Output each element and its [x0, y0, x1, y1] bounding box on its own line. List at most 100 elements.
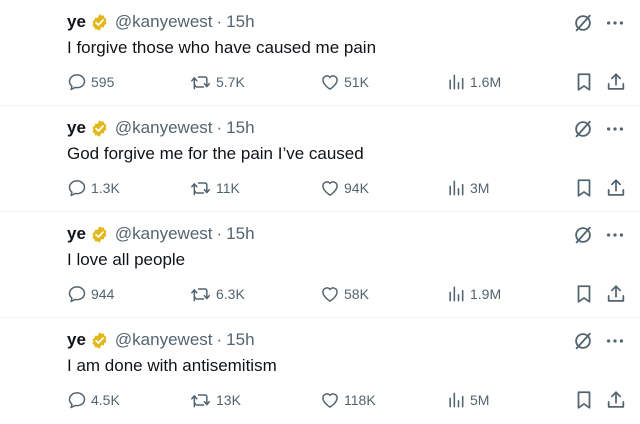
reply-icon: [68, 392, 86, 409]
views-count: 5M: [470, 392, 490, 408]
tweet[interactable]: ye @kanyewest · 15h I am done with antis…: [0, 318, 640, 424]
views-chart-icon: [449, 74, 464, 90]
retweet-count: 6.3K: [216, 286, 245, 302]
like-count: 94K: [344, 180, 369, 196]
views-chart-icon: [449, 286, 464, 302]
more-options-icon[interactable]: [604, 330, 626, 352]
display-name[interactable]: ye: [67, 330, 86, 350]
reply-button[interactable]: 1.3K: [67, 177, 120, 199]
retweet-icon: [191, 288, 211, 302]
separator-dot: ·: [216, 118, 223, 137]
reply-icon: [68, 180, 86, 197]
bookmark-icon[interactable]: [573, 283, 595, 305]
tweet-header: ye @kanyewest · 15h: [67, 11, 255, 33]
display-name[interactable]: ye: [67, 118, 86, 138]
user-handle[interactable]: @kanyewest: [115, 118, 213, 138]
tweet-header: ye @kanyewest · 15h: [67, 117, 255, 139]
share-icon[interactable]: [605, 177, 627, 199]
heart-icon: [322, 393, 338, 408]
like-button[interactable]: 94K: [320, 177, 369, 199]
share-icon[interactable]: [605, 283, 627, 305]
retweet-button[interactable]: 13K: [190, 389, 241, 411]
views-chart-icon: [449, 180, 464, 196]
reply-count: 4.5K: [91, 392, 120, 408]
tweet[interactable]: ye @kanyewest · 15h I love all people 94…: [0, 212, 640, 318]
timestamp[interactable]: 15h: [226, 12, 254, 32]
user-handle[interactable]: @kanyewest: [115, 224, 213, 244]
retweet-count: 13K: [216, 392, 241, 408]
timestamp[interactable]: 15h: [226, 330, 254, 350]
views-button[interactable]: 5M: [446, 389, 489, 411]
tweet-top-actions: [572, 224, 626, 246]
tweet-header: ye @kanyewest · 15h: [67, 223, 255, 245]
reply-count: 595: [91, 74, 115, 90]
share-icon[interactable]: [605, 389, 627, 411]
retweet-icon: [191, 76, 211, 90]
reply-count: 944: [91, 286, 115, 302]
more-options-icon[interactable]: [604, 12, 626, 34]
avatar-area: [0, 106, 60, 211]
timestamp[interactable]: 15h: [226, 118, 254, 138]
views-count: 3M: [470, 180, 490, 196]
separator-dot: ·: [216, 330, 223, 349]
display-name[interactable]: ye: [67, 12, 86, 32]
reply-icon: [68, 74, 86, 91]
views-count: 1.6M: [470, 74, 502, 90]
reply-button[interactable]: 4.5K: [67, 389, 120, 411]
grok-icon[interactable]: [572, 12, 594, 34]
retweet-button[interactable]: 5.7K: [190, 71, 245, 93]
like-button[interactable]: 118K: [320, 389, 376, 411]
retweet-button[interactable]: 6.3K: [190, 283, 245, 305]
retweet-icon: [191, 182, 211, 196]
heart-icon: [322, 75, 338, 90]
views-chart-icon: [449, 392, 464, 408]
retweet-button[interactable]: 11K: [190, 177, 240, 199]
retweet-icon: [191, 394, 211, 408]
tweet-text: I am done with antisemitism: [67, 356, 277, 375]
share-icon[interactable]: [605, 71, 627, 93]
like-count: 58K: [344, 286, 369, 302]
verified-badge-icon[interactable]: [90, 331, 109, 350]
tweet[interactable]: ye @kanyewest · 15h I forgive those who …: [0, 0, 640, 106]
like-count: 118K: [344, 392, 376, 408]
reply-button[interactable]: 944: [67, 283, 114, 305]
like-count: 51K: [344, 74, 369, 90]
tweet-feed: ye @kanyewest · 15h I forgive those who …: [0, 0, 640, 422]
avatar-area: [0, 212, 60, 317]
avatar-area: [0, 0, 60, 105]
tweet-top-actions: [572, 12, 626, 34]
reply-icon: [68, 286, 86, 303]
heart-icon: [322, 181, 338, 196]
more-options-icon[interactable]: [604, 224, 626, 246]
tweet[interactable]: ye @kanyewest · 15h God forgive me for t…: [0, 106, 640, 212]
user-handle[interactable]: @kanyewest: [115, 12, 213, 32]
verified-badge-icon[interactable]: [90, 13, 109, 32]
avatar-area: [0, 318, 60, 424]
reply-button[interactable]: 595: [67, 71, 114, 93]
tweet-top-actions: [572, 330, 626, 352]
bookmark-icon[interactable]: [573, 71, 595, 93]
display-name[interactable]: ye: [67, 224, 86, 244]
like-button[interactable]: 58K: [320, 283, 369, 305]
timestamp[interactable]: 15h: [226, 224, 254, 244]
tweet-text: I forgive those who have caused me pain: [67, 38, 377, 57]
tweet-top-actions: [572, 118, 626, 140]
views-button[interactable]: 1.9M: [446, 283, 501, 305]
grok-icon[interactable]: [572, 330, 594, 352]
separator-dot: ·: [216, 12, 223, 31]
grok-icon[interactable]: [572, 118, 594, 140]
verified-badge-icon[interactable]: [90, 225, 109, 244]
views-button[interactable]: 1.6M: [446, 71, 501, 93]
heart-icon: [322, 287, 338, 302]
grok-icon[interactable]: [572, 224, 594, 246]
views-button[interactable]: 3M: [446, 177, 489, 199]
more-options-icon[interactable]: [604, 118, 626, 140]
reply-count: 1.3K: [91, 180, 120, 196]
bookmark-icon[interactable]: [573, 389, 595, 411]
like-button[interactable]: 51K: [320, 71, 369, 93]
verified-badge-icon[interactable]: [90, 119, 109, 138]
user-handle[interactable]: @kanyewest: [115, 330, 213, 350]
retweet-count: 11K: [216, 180, 240, 196]
tweet-text: I love all people: [67, 250, 186, 269]
bookmark-icon[interactable]: [573, 177, 595, 199]
